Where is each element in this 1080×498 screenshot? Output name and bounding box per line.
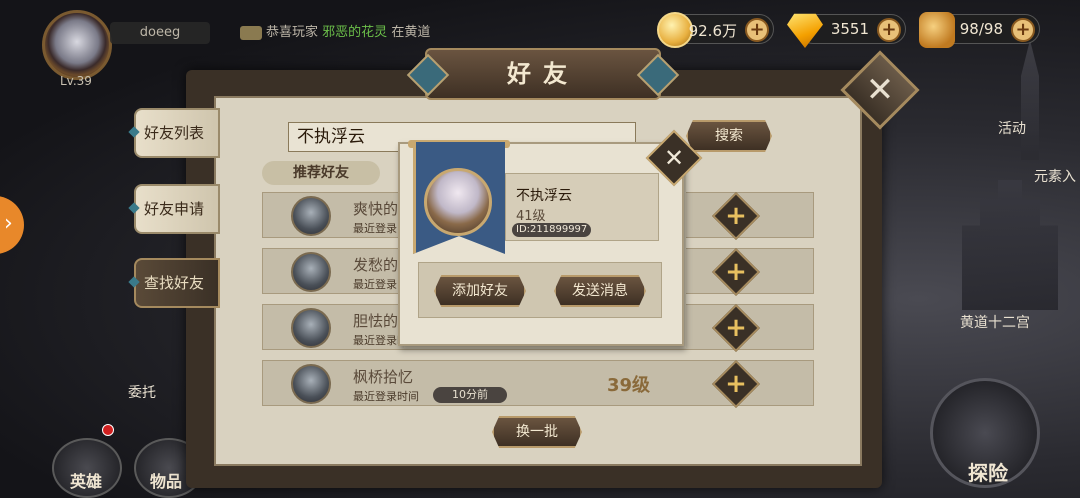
add-stamina-button[interactable]: +	[1011, 18, 1035, 42]
popup-player-name: 不执浮云	[516, 188, 572, 204]
player-name: doeeg	[110, 22, 210, 44]
chat-bubble-icon	[240, 25, 262, 40]
last-login-label: 最近登录	[353, 278, 397, 291]
plus-icon: +	[725, 313, 747, 343]
popup-player-id: ID:211899997	[512, 223, 592, 237]
friend-avatar	[291, 364, 331, 404]
plus-icon: +	[725, 369, 747, 399]
items-label: 物品	[150, 472, 183, 491]
hero-notification-dot	[102, 424, 114, 436]
last-login-time: 10分前	[433, 387, 507, 403]
send-message-button[interactable]: 发送消息	[554, 275, 646, 307]
recommend-heading: 推荐好友	[262, 161, 380, 185]
friend-name: 枫桥拾忆	[353, 368, 414, 386]
tab-friend-requests[interactable]: 好友申请	[134, 184, 220, 234]
add-diamond-button[interactable]: +	[877, 18, 901, 42]
gold-resource: 92.6万 +	[657, 12, 774, 48]
add-gold-button[interactable]: +	[745, 18, 769, 42]
add-friend-button[interactable]: +	[711, 303, 761, 353]
add-friend-button[interactable]: +	[711, 247, 761, 297]
friend-name: 爽快的	[353, 200, 399, 218]
add-friend-popup-button[interactable]: 添加好友	[434, 275, 526, 307]
stamina-value: 98/98	[959, 20, 1003, 38]
chat-ticker[interactable]: 恭喜玩家 邪恶的花灵 在黄道	[240, 22, 430, 44]
add-friend-button[interactable]: +	[711, 191, 761, 241]
explore-label: 探险	[968, 461, 1008, 485]
commission-label[interactable]: 委托	[128, 382, 156, 402]
zodiac-label[interactable]: 黄道十二宫	[960, 312, 1030, 332]
player-level: Lv.39	[60, 74, 92, 88]
chat-highlight: 邪恶的花灵	[322, 25, 388, 40]
diamond-value: 3551	[830, 20, 869, 38]
tab-friend-list[interactable]: 好友列表	[134, 108, 220, 158]
gold-value: 92.6万	[688, 22, 737, 40]
plus-icon: +	[725, 201, 747, 231]
activity-label[interactable]: 活动	[998, 118, 1026, 138]
player-avatar[interactable]	[42, 10, 112, 80]
friend-level: 39级	[607, 375, 651, 396]
element-label[interactable]: 元素入	[1034, 166, 1076, 186]
friend-name: 胆怯的	[353, 312, 399, 330]
plus-icon: +	[725, 257, 747, 287]
close-icon: ✕	[663, 144, 685, 172]
tab-find-friends[interactable]: 查找好友	[134, 258, 220, 308]
gold-coin-icon	[657, 12, 693, 48]
close-icon: ✕	[865, 70, 895, 110]
friend-avatar	[291, 196, 331, 236]
search-button[interactable]: 搜索	[686, 120, 772, 152]
friend-name: 发愁的	[353, 256, 399, 274]
last-login-label: 最近登录	[353, 222, 397, 235]
stamina-icon	[919, 12, 955, 48]
chat-prefix: 恭喜玩家	[266, 25, 319, 40]
friend-avatar	[291, 308, 331, 348]
player-portrait	[424, 168, 492, 236]
refresh-button[interactable]: 换一批	[492, 416, 582, 448]
popup-player-level: 41级	[516, 209, 546, 224]
panel-title: 好友	[425, 48, 661, 100]
recommend-row: 枫桥拾忆 最近登录时间 10分前 39级 +	[262, 359, 814, 409]
chat-suffix: 在黄道	[391, 25, 431, 40]
diamond-resource: 3551 +	[787, 13, 906, 48]
add-friend-button[interactable]: +	[711, 359, 761, 409]
hero-label: 英雄	[70, 472, 103, 491]
friend-avatar	[291, 252, 331, 292]
stamina-resource: 98/98 +	[919, 12, 1040, 48]
last-login-label: 最近登录时间	[353, 390, 419, 403]
